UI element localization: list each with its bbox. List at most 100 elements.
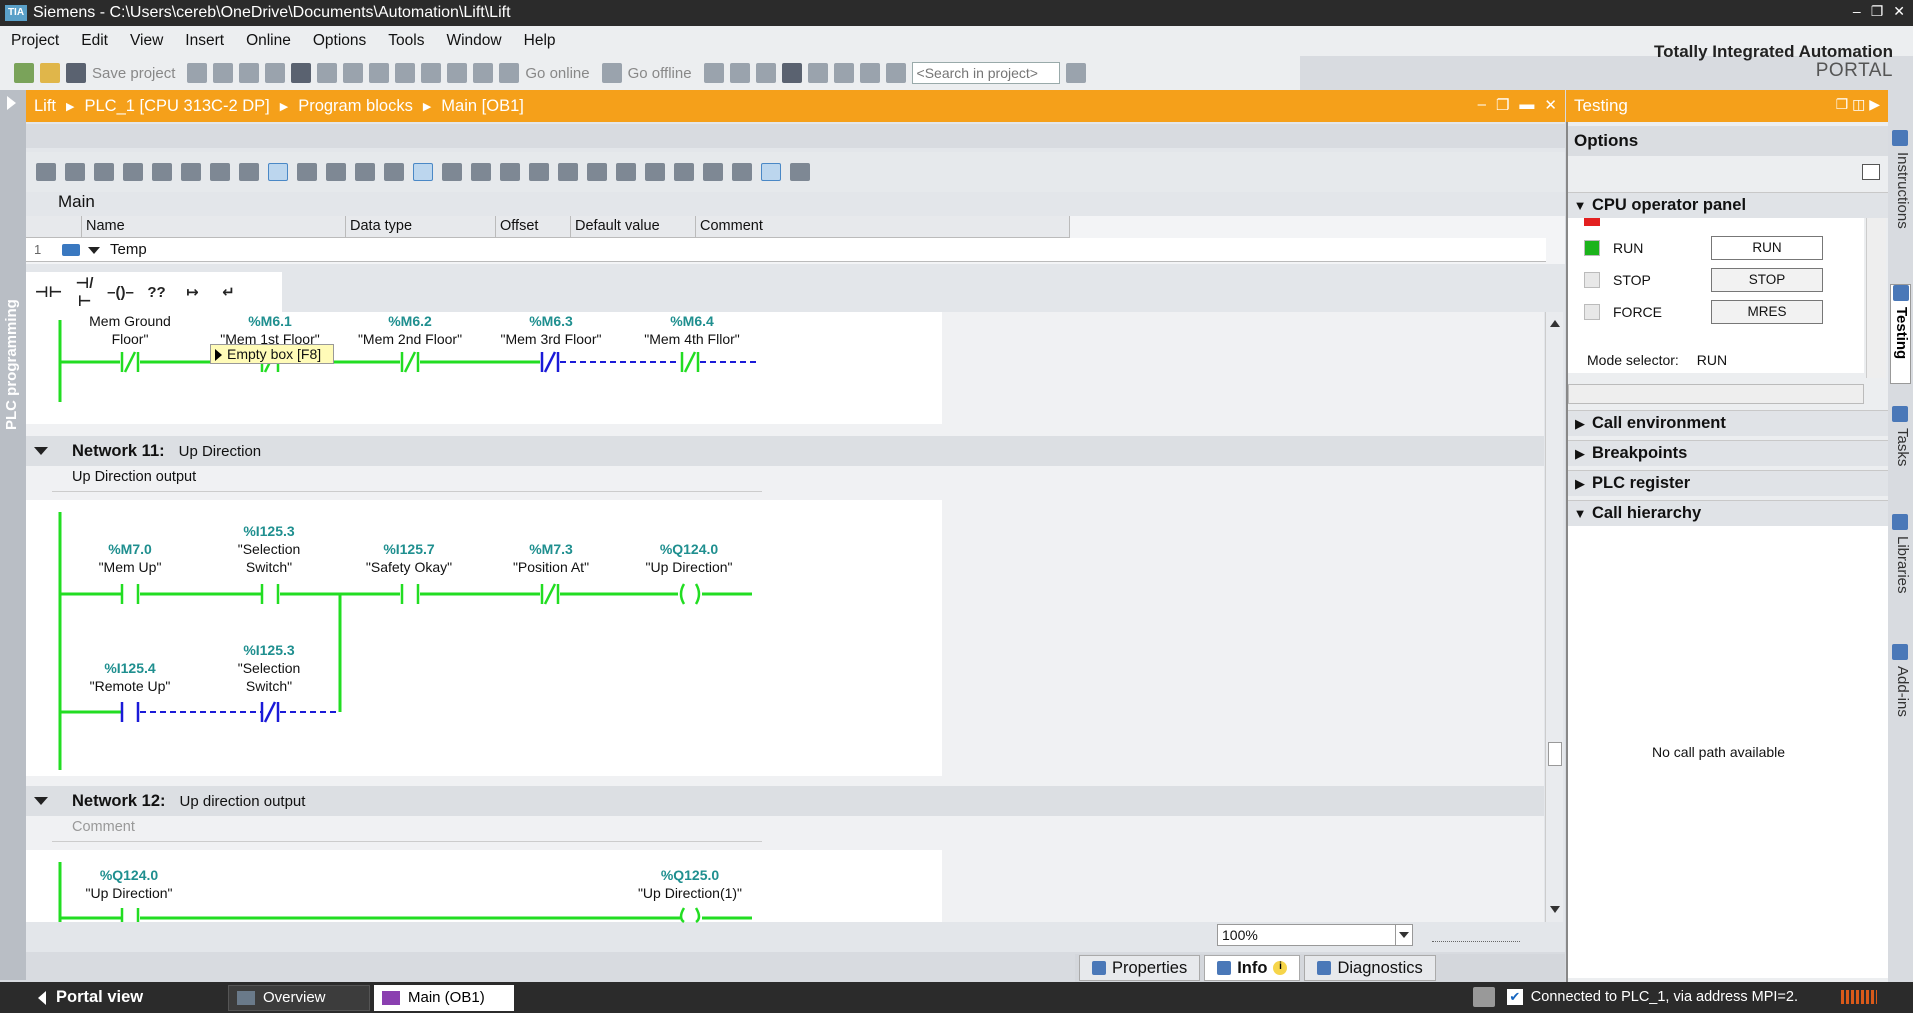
- run-button[interactable]: RUN: [1711, 236, 1823, 260]
- contact-mem-3rd-floor[interactable]: %M6.3 "Mem 3rd Floor": [481, 312, 621, 348]
- go-offline-icon[interactable]: [601, 63, 622, 83]
- chevron-right-icon[interactable]: ▶: [1568, 446, 1592, 462]
- network-12-comment[interactable]: Comment: [52, 816, 762, 842]
- menu-options[interactable]: Options: [302, 32, 377, 50]
- save-icon[interactable]: [66, 63, 86, 83]
- breadcrumb-item-program-blocks[interactable]: Program blocks: [298, 97, 413, 116]
- operand-display-icon[interactable]: [326, 163, 346, 181]
- layout-icon[interactable]: [1862, 164, 1880, 180]
- compile-icon[interactable]: [395, 63, 416, 83]
- close-all-networks-icon[interactable]: [210, 163, 230, 181]
- go-online-button[interactable]: Go online: [525, 65, 589, 82]
- breakpoint-icon[interactable]: [674, 163, 694, 181]
- coil-up-direction[interactable]: %Q124.0 "Up Direction": [619, 540, 759, 576]
- favorites-icon[interactable]: [297, 163, 317, 181]
- open-block-icon[interactable]: [529, 163, 549, 181]
- scroll-up-icon[interactable]: [1550, 320, 1560, 327]
- menu-window[interactable]: Window: [435, 32, 512, 50]
- restore-icon[interactable]: ❐: [1871, 3, 1884, 20]
- search-in-project-input[interactable]: [911, 62, 1060, 84]
- zoom-slider[interactable]: [1432, 932, 1520, 942]
- section-call-hierarchy[interactable]: ▼ Call hierarchy: [1568, 500, 1888, 526]
- go-offline-button[interactable]: Go offline: [628, 65, 692, 82]
- nc-contact-icon[interactable]: ⊣/⊢: [70, 274, 99, 310]
- simulation-icon[interactable]: [473, 63, 494, 83]
- expand-project-tree-icon[interactable]: [7, 96, 16, 110]
- scroll-thumb[interactable]: [1548, 742, 1562, 766]
- panel-controls[interactable]: ❐ ◫ ▶: [1836, 96, 1880, 113]
- scroll-down-icon[interactable]: [1550, 906, 1560, 913]
- reset-start-values-icon[interactable]: [152, 163, 172, 181]
- search-binoculars-icon[interactable]: [1065, 63, 1086, 83]
- close-icon[interactable]: ✕: [1893, 3, 1905, 20]
- undo-icon[interactable]: [317, 63, 338, 83]
- breadcrumb-item-plc[interactable]: PLC_1 [CPU 313C-2 DP]: [84, 97, 269, 116]
- modify-icon[interactable]: [732, 163, 752, 181]
- tag-info-icon[interactable]: [355, 163, 375, 181]
- cpu-panel-vertical-scrollbar[interactable]: [1866, 218, 1886, 378]
- close-dialog-icon[interactable]: [885, 63, 906, 83]
- tab-libraries[interactable]: Libraries: [1890, 514, 1911, 614]
- menu-edit[interactable]: Edit: [70, 32, 119, 50]
- open-branch-icon[interactable]: ↦: [178, 283, 207, 301]
- goto-error-icon[interactable]: [442, 163, 462, 181]
- section-call-environment[interactable]: ▶ Call environment: [1568, 410, 1888, 436]
- collapse-icon[interactable]: [88, 247, 100, 254]
- add-row-icon[interactable]: [123, 163, 143, 181]
- collapse-network-icon[interactable]: [34, 797, 48, 805]
- close-branch-icon[interactable]: ↵: [214, 283, 243, 301]
- network-11-title[interactable]: Up Direction: [179, 443, 262, 460]
- go-online-icon[interactable]: [499, 63, 520, 83]
- cut-icon[interactable]: [213, 63, 234, 83]
- chevron-down-icon[interactable]: ▼: [1568, 198, 1592, 213]
- column-header-offset[interactable]: Offset: [496, 216, 571, 238]
- contact-mem-1st-floor[interactable]: %M6.1 "Mem 1st Floor": [200, 312, 340, 348]
- contact-mem-ground-floor[interactable]: Mem Ground Floor": [60, 312, 200, 348]
- tab-tasks[interactable]: Tasks: [1890, 406, 1911, 496]
- split-vertical-icon[interactable]: [833, 63, 854, 83]
- taskbar-overview[interactable]: Overview: [228, 984, 370, 1011]
- no-contact-icon[interactable]: ⊣⊢: [34, 283, 63, 301]
- collapse-network-icon[interactable]: [34, 447, 48, 455]
- contact-selection-switch-nc[interactable]: %I125.3 "Selection Switch": [199, 641, 339, 695]
- menu-help[interactable]: Help: [513, 32, 567, 50]
- start-cpu-icon[interactable]: [729, 63, 750, 83]
- editor-close-icon[interactable]: ✕: [1544, 96, 1557, 114]
- cross-reference-icon[interactable]: [781, 63, 802, 83]
- redo-icon[interactable]: [343, 63, 364, 83]
- plc-programming-label[interactable]: PLC programming: [3, 280, 20, 430]
- tab-info[interactable]: Info i: [1204, 955, 1301, 981]
- column-header-default-value[interactable]: Default value: [571, 216, 696, 238]
- editor-maximize-icon[interactable]: ▬: [1519, 96, 1534, 114]
- compare-icon[interactable]: [558, 163, 578, 181]
- tab-testing[interactable]: Testing: [1890, 284, 1911, 384]
- force-icon[interactable]: [790, 163, 810, 181]
- contact-mem-4th-floor[interactable]: %M6.4 "Mem 4th Fllor": [622, 312, 762, 348]
- network-11-header[interactable]: Network 11: Up Direction: [26, 436, 1544, 466]
- tab-instructions[interactable]: Instructions: [1890, 130, 1911, 260]
- zoom-dropdown-icon[interactable]: [1395, 925, 1412, 945]
- status-network-icon[interactable]: [1473, 987, 1495, 1007]
- network-comments-icon[interactable]: [268, 163, 288, 181]
- list-icon[interactable]: [645, 163, 665, 181]
- column-header-name[interactable]: Name: [82, 216, 346, 238]
- breadcrumb-item-main[interactable]: Main [OB1]: [441, 97, 524, 116]
- chevron-right-icon[interactable]: ▶: [1568, 476, 1592, 492]
- network-12-header[interactable]: Network 12: Up direction output: [26, 786, 1544, 816]
- table-row[interactable]: 1 Temp: [26, 238, 1546, 262]
- upload-icon[interactable]: [447, 63, 468, 83]
- network-12-title[interactable]: Up direction output: [180, 793, 306, 810]
- tab-diagnostics[interactable]: Diagnostics: [1304, 955, 1436, 981]
- indent-icon[interactable]: [587, 163, 607, 181]
- portal-view-button[interactable]: Portal view: [38, 988, 224, 1007]
- column-header-comment[interactable]: Comment: [696, 216, 1070, 238]
- network-11-comment[interactable]: Up Direction output: [52, 466, 762, 492]
- contact-mem-up[interactable]: %M7.0 "Mem Up": [60, 540, 200, 576]
- print-icon[interactable]: [187, 63, 208, 83]
- save-project-button[interactable]: Save project: [92, 65, 175, 82]
- new-project-icon[interactable]: [14, 63, 34, 83]
- update-calls-icon[interactable]: [500, 163, 520, 181]
- mres-button[interactable]: MRES: [1711, 300, 1823, 324]
- delete-icon[interactable]: [291, 63, 312, 83]
- minimize-icon[interactable]: –: [1853, 3, 1861, 20]
